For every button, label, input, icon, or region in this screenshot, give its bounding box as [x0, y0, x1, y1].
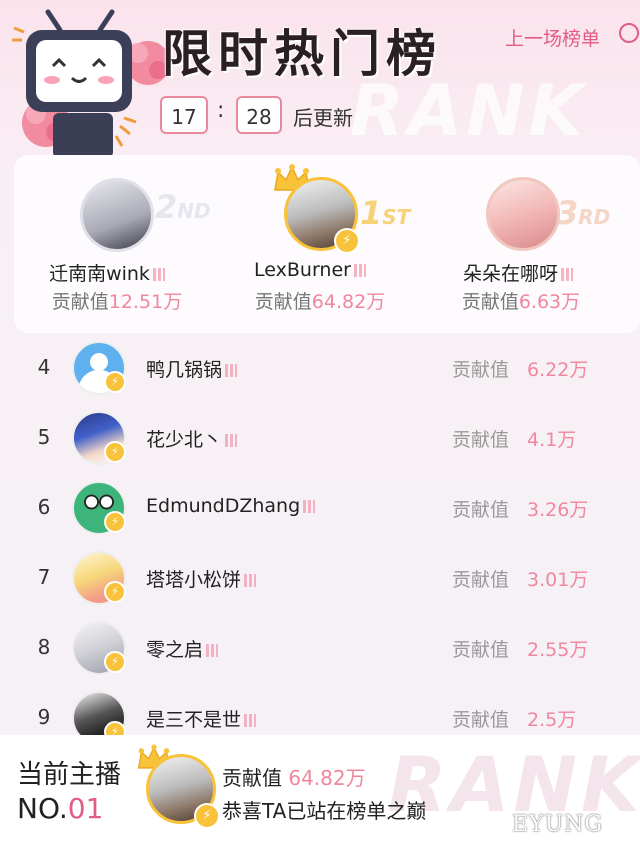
row-rank: 9	[37, 705, 51, 729]
countdown-suffix: 后更新	[293, 106, 353, 130]
lightning-badge-icon: ⚡	[334, 228, 360, 254]
place-label-1: 1ST	[360, 194, 411, 232]
countdown-separator: :	[217, 98, 225, 123]
lightning-badge-icon: ⚡	[104, 651, 126, 673]
row-contribution-value: 6.22万	[527, 359, 589, 381]
row-rank: 5	[37, 425, 51, 449]
lightning-badge-icon: ⚡	[104, 511, 126, 533]
row-rank: 4	[37, 355, 51, 379]
row-contribution-label: 贡献值	[452, 429, 510, 451]
refresh-icon[interactable]	[619, 23, 639, 43]
signal-bars-icon	[206, 644, 219, 657]
row-contribution-value: 3.26万	[527, 499, 589, 521]
avatar-rank-3[interactable]	[486, 177, 560, 251]
countdown-hours: 17	[160, 96, 208, 134]
row-contribution-label: 贡献值	[452, 639, 510, 661]
current-streamer-label: 当前主播	[17, 760, 122, 790]
row-name[interactable]: 零之启	[146, 635, 219, 662]
lightning-badge-icon: ⚡	[104, 581, 126, 603]
watermark-logo: EYUNG	[512, 812, 603, 837]
signal-bars-icon	[244, 714, 257, 727]
row-name[interactable]: 鸭几锅锅	[146, 355, 238, 382]
row-name[interactable]: EdmundDZhang	[146, 495, 316, 517]
signal-bars-icon	[152, 268, 165, 281]
podium-name-3[interactable]: 朵朵在哪呀	[418, 259, 618, 286]
podium-contribution-2: 贡献值12.51万	[51, 291, 183, 313]
row-rank: 8	[37, 635, 51, 659]
row-contribution-label: 贡献值	[452, 569, 510, 591]
row-contribution-value: 2.5万	[527, 709, 577, 731]
current-rank: NO.01	[17, 792, 104, 825]
current-contribution: 贡献值 64.82万	[222, 766, 366, 790]
signal-bars-icon	[561, 268, 573, 281]
congrats-message: 恭喜TA已站在榜单之巅	[222, 799, 427, 823]
row-rank: 6	[37, 495, 51, 519]
previous-ranking-link[interactable]: 上一场榜单	[505, 24, 600, 51]
lightning-badge-icon: ⚡	[104, 371, 126, 393]
avatar-rank-2[interactable]	[80, 178, 154, 252]
place-label-3: 3RD	[556, 194, 611, 232]
lightning-badge-icon: ⚡	[194, 803, 220, 829]
tv-mascot-icon	[8, 8, 170, 158]
signal-bars-icon	[225, 434, 238, 447]
podium-contribution-3: 贡献值6.63万	[461, 291, 581, 313]
countdown-minutes: 28	[236, 96, 282, 134]
signal-bars-icon	[303, 500, 316, 513]
row-name[interactable]: 是三不是世	[146, 705, 257, 732]
row-contribution-label: 贡献值	[452, 359, 510, 381]
lightning-badge-icon: ⚡	[104, 441, 126, 463]
podium-name-1[interactable]: LexBurner	[210, 259, 410, 281]
row-contribution-value: 2.55万	[527, 639, 589, 661]
signal-bars-icon	[225, 364, 238, 377]
podium-name-2[interactable]: 迁南南wink	[7, 259, 207, 286]
signal-bars-icon	[353, 264, 366, 277]
row-contribution-label: 贡献值	[452, 499, 510, 521]
signal-bars-icon	[244, 574, 257, 587]
podium-contribution-1: 贡献值64.82万	[254, 291, 386, 313]
row-contribution-label: 贡献值	[452, 709, 510, 731]
row-name[interactable]: 塔塔小松饼	[146, 565, 257, 592]
row-rank: 7	[37, 565, 51, 589]
place-label-2: 2ND	[155, 188, 211, 226]
row-name[interactable]: 花少北丶	[146, 425, 238, 452]
row-contribution-value: 3.01万	[527, 569, 589, 591]
row-contribution-value: 4.1万	[527, 429, 577, 451]
rank-background-word: RANK	[350, 70, 587, 152]
